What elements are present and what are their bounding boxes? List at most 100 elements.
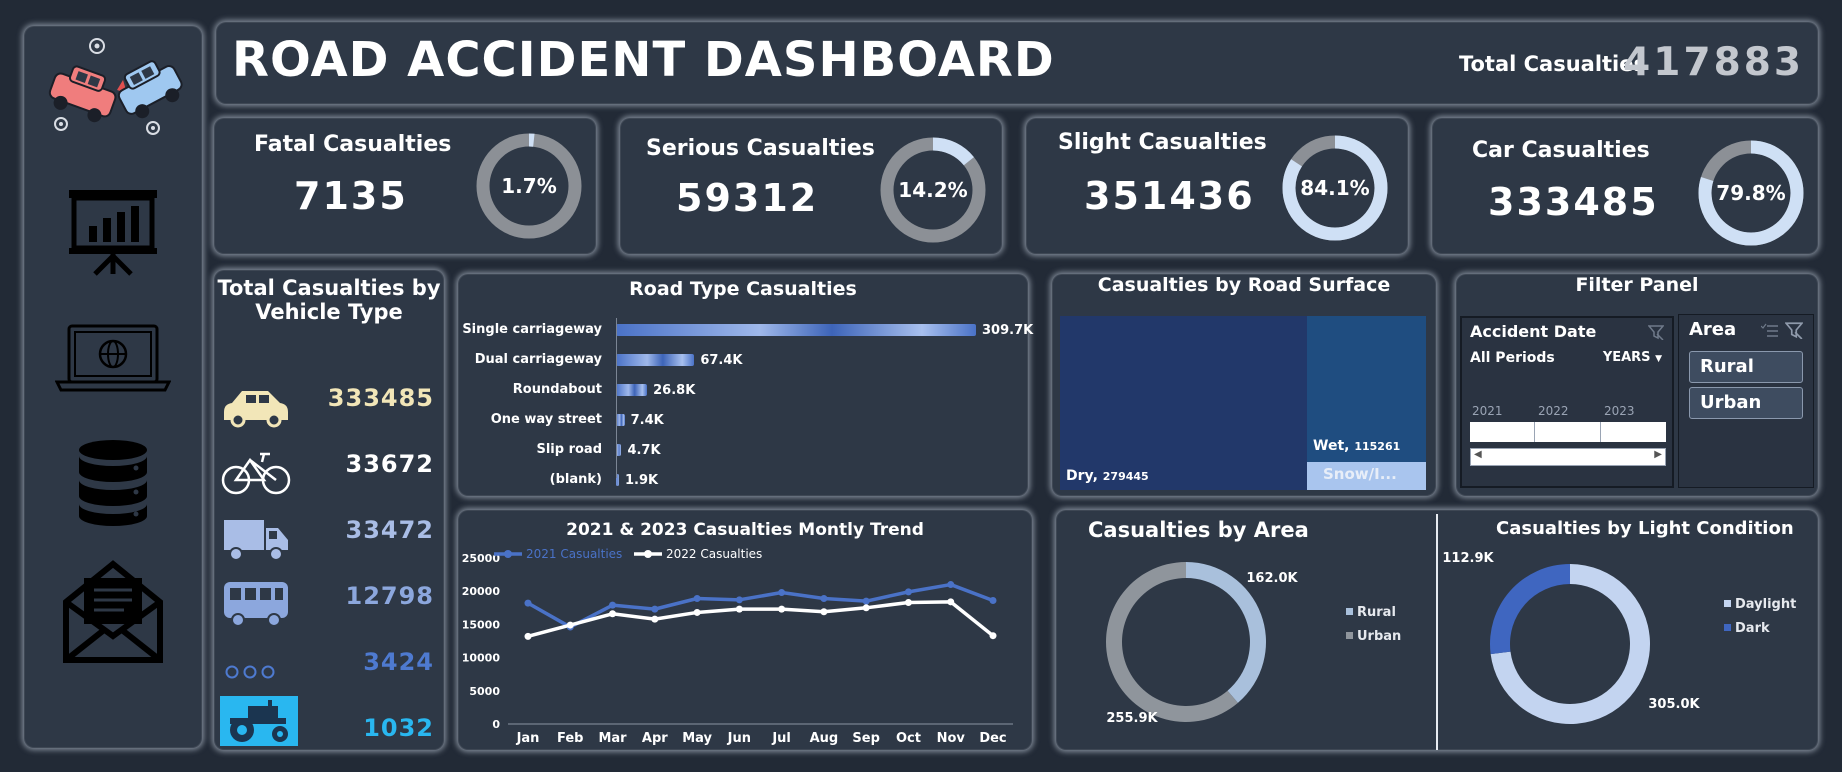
filter-panel-title: Filter Panel — [1575, 274, 1699, 296]
mail-envelope-icon[interactable] — [62, 556, 164, 664]
kpi-percent: 79.8% — [1716, 181, 1786, 205]
scroll-left-icon[interactable]: ◀ — [1474, 449, 1482, 460]
area-legend-swatch — [1346, 632, 1353, 639]
bus-icon — [224, 582, 288, 627]
car-icon — [224, 391, 288, 428]
road-type-bar[interactable] — [616, 354, 695, 366]
monthly-trend-panel: 2021 & 2023 Casualties Montly Trend 2500… — [458, 510, 1032, 750]
road-type-value-label: 309.7K — [982, 323, 1034, 338]
chevron-down-icon: ▼ — [1655, 354, 1662, 364]
treemap-cell-wet[interactable]: Wet, 115261 — [1307, 316, 1426, 462]
timeline-year-2021: 2021 — [1472, 404, 1503, 418]
light-value-label: 305.0K — [1648, 697, 1700, 712]
multi-select-icon[interactable] — [1761, 323, 1779, 339]
trend-y-tick: 5000 — [469, 685, 500, 698]
trend-line-chart: 2500020000150001000050000Jan Feb Mar Apr May… — [462, 547, 1013, 746]
vehicle-title-line2: Vehicle Type — [255, 300, 403, 324]
trend-x-tick: Jun — [727, 731, 751, 746]
trend-point — [735, 605, 743, 613]
trend-legend-label: 2022 Casualties — [666, 547, 762, 561]
road-surface-treemap: Dry, 279445 Wet, 115261 Snow/I... — [1060, 316, 1426, 490]
area-option-urban[interactable]: Urban — [1689, 387, 1803, 419]
period-unit-dropdown[interactable]: YEARS ▼ — [1603, 350, 1662, 365]
trend-point — [820, 608, 828, 616]
trend-point — [904, 598, 912, 606]
trend-legend-marker — [504, 550, 512, 558]
header-bar: ROAD ACCIDENT DASHBOARD Total Casualties… — [216, 22, 1818, 104]
timeline-scrollbar[interactable]: ◀ ▶ — [1470, 448, 1666, 466]
accident-date-label: Accident Date — [1470, 322, 1597, 341]
vehicle-value-other: 3424 — [363, 648, 434, 676]
trend-y-tick: 20000 — [462, 585, 501, 598]
database-icon[interactable] — [76, 438, 150, 530]
road-type-title: Road Type Casualties — [629, 278, 857, 300]
road-type-bar[interactable] — [616, 384, 648, 396]
area-legend-swatch — [1346, 608, 1353, 615]
vehicle-panel-title: Total Casualties by Vehicle Type — [214, 276, 444, 324]
kpi-label: Fatal Casualties — [254, 132, 452, 157]
road-type-category: Roundabout — [512, 382, 602, 397]
kpi-label: Car Casualties — [1472, 138, 1650, 163]
scroll-right-icon[interactable]: ▶ — [1654, 449, 1662, 460]
area-donut-chart: 162.0K Rural 255.9K Urban — [1106, 562, 1401, 726]
trend-point — [693, 608, 701, 616]
vehicle-title-line1: Total Casualties by — [217, 276, 441, 300]
road-type-bar[interactable] — [616, 324, 976, 336]
kpi-card-car: Car Casualties 333485 79.8% — [1432, 118, 1818, 254]
bicycle-icon — [221, 452, 291, 495]
trend-x-tick: Oct — [896, 731, 921, 746]
trend-x-tick: Aug — [810, 731, 839, 746]
trend-point — [524, 599, 532, 607]
vehicle-value-tractor: 1032 — [363, 714, 434, 742]
laptop-globe-icon[interactable] — [55, 322, 171, 394]
clear-filter-icon[interactable] — [1785, 321, 1803, 339]
road-type-panel: Road Type Casualties Single carriageway 3… — [458, 274, 1033, 496]
road-type-category: Dual carriageway — [474, 352, 602, 367]
trend-point — [524, 632, 532, 640]
road-type-bar[interactable] — [616, 414, 625, 426]
trend-point — [693, 595, 701, 603]
road-type-axis — [616, 318, 617, 478]
total-casualties-label: Total Casualties — [1458, 52, 1646, 76]
trend-x-tick: May — [682, 731, 712, 746]
light-legend-swatch — [1724, 600, 1731, 607]
accident-date-timeline[interactable]: Accident Date All Periods YEARS ▼ 2021 2… — [1460, 316, 1674, 488]
light-slice — [1490, 564, 1570, 655]
light-legend-label: Daylight — [1735, 597, 1796, 612]
area-option-rural[interactable]: Rural — [1689, 351, 1803, 383]
truck-icon — [224, 520, 288, 561]
filter-panel: Filter Panel Accident Date All Periods Y… — [1456, 274, 1818, 496]
trend-point — [904, 588, 912, 596]
timeline-bar[interactable] — [1470, 422, 1666, 442]
trend-point — [947, 581, 955, 589]
area-legend-label: Urban — [1357, 629, 1401, 644]
trend-x-tick: Apr — [642, 731, 668, 746]
treemap-cell-snow[interactable]: Snow/I... — [1307, 462, 1426, 490]
trend-point — [989, 596, 997, 604]
road-surface-title: Casualties by Road Surface — [1097, 274, 1391, 296]
area-slicer: Area Rural Urban — [1678, 314, 1814, 488]
kpi-card-serious: Serious Casualties 59312 14.2% — [620, 118, 1002, 254]
trend-point — [609, 610, 617, 618]
road-type-category: Slip road — [536, 442, 602, 457]
trend-point — [778, 589, 786, 597]
total-casualties-value: 417883 — [1623, 40, 1804, 85]
road-type-value-label: 4.7K — [627, 443, 661, 458]
kpi-value: 59312 — [676, 176, 819, 220]
timeline-year-2023: 2023 — [1604, 404, 1635, 418]
kpi-card-slight: Slight Casualties 351436 84.1% — [1026, 118, 1408, 254]
trend-point — [651, 605, 659, 613]
trend-x-tick: Nov — [937, 731, 966, 746]
trend-series-line — [527, 600, 995, 639]
treemap-cell-dry[interactable]: Dry, 279445 — [1060, 316, 1307, 490]
treemap-label-snow: Snow/I... — [1323, 465, 1397, 483]
vehicle-type-panel: Total Casualties by Vehicle Type 333485 … — [214, 270, 444, 750]
accident-logo-icon — [48, 38, 183, 135]
kpi-label: Serious Casualties — [646, 136, 875, 161]
treemap-label-wet: Wet, 115261 — [1313, 438, 1401, 454]
all-periods-label: All Periods — [1470, 350, 1555, 366]
presentation-chart-icon[interactable] — [65, 186, 161, 278]
clear-filter-icon[interactable] — [1648, 324, 1664, 340]
trend-x-tick: Jul — [771, 731, 791, 746]
trend-x-tick: Jan — [516, 731, 540, 746]
